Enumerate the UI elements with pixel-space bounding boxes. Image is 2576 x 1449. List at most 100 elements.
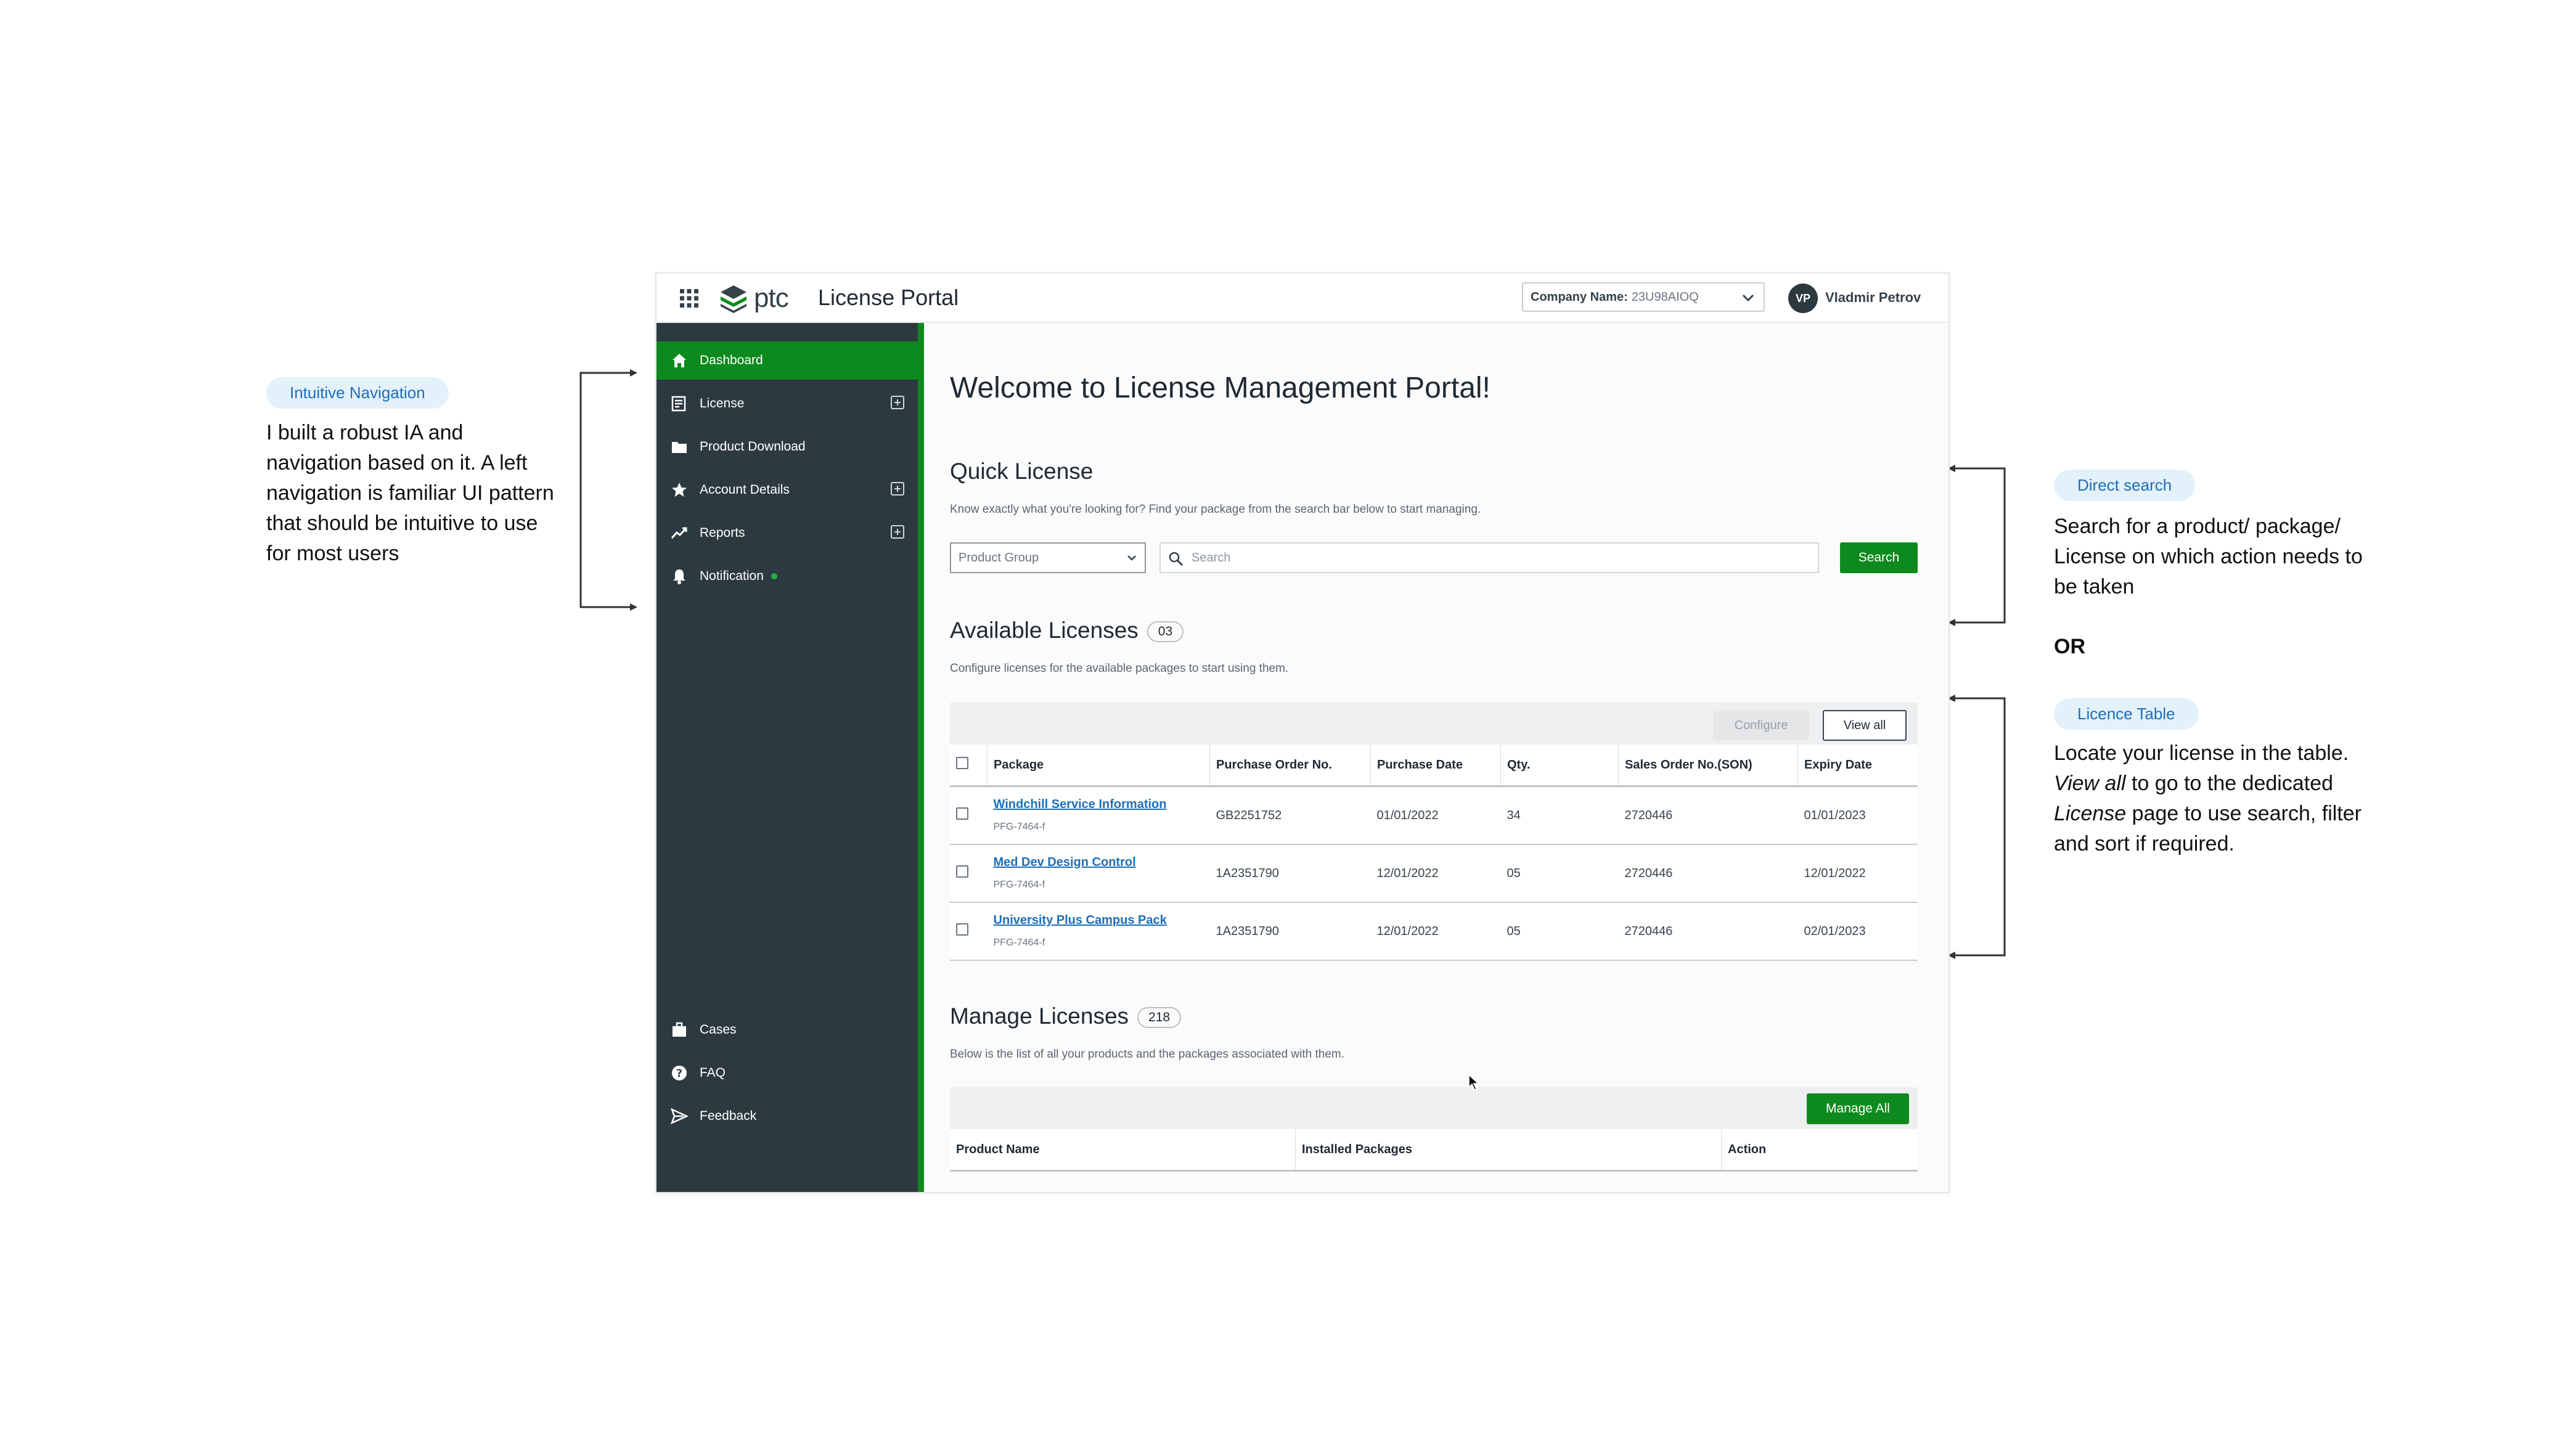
- company-value: 23U98AIOQ: [1631, 290, 1699, 304]
- expiry-cell: 02/01/2023: [1797, 902, 1918, 961]
- column-header[interactable]: Package: [987, 745, 1210, 787]
- page-title: Welcome to License Management Portal!: [950, 372, 1490, 404]
- expiry-cell: 12/01/2022: [1797, 844, 1918, 903]
- app-grid-icon[interactable]: [678, 287, 700, 309]
- configure-button[interactable]: Configure: [1713, 711, 1809, 740]
- sidebar-item-account-details[interactable]: Account Details: [656, 471, 918, 509]
- search-button[interactable]: Search: [1840, 542, 1918, 573]
- qty-cell: 05: [1500, 844, 1619, 903]
- quick-license-subtitle: Know exactly what you're looking for? Fi…: [950, 503, 1481, 516]
- expand-plus-icon[interactable]: [891, 482, 904, 496]
- row-checkbox[interactable]: [956, 865, 968, 878]
- sidebar-item-reports[interactable]: Reports: [656, 514, 918, 552]
- date-cell: 12/01/2022: [1370, 844, 1501, 903]
- sidebar-item-feedback[interactable]: Feedback: [656, 1097, 918, 1135]
- sidebar-item-label: License: [700, 396, 745, 410]
- package-link[interactable]: University Plus Campus Pack: [994, 913, 1204, 928]
- chevron-down-icon: [1742, 294, 1754, 302]
- package-code: PFG-7464-f: [993, 822, 1045, 832]
- son-cell: 2720446: [1618, 902, 1798, 961]
- search-icon: [1169, 552, 1184, 566]
- column-header[interactable]: Purchase Date: [1370, 745, 1501, 787]
- manage-licenses-table: Product Name Installed Packages Action: [950, 1129, 1918, 1172]
- expand-plus-icon[interactable]: [891, 525, 904, 539]
- annotation-table-part: Locate your license in the table.: [2054, 741, 2349, 765]
- select-all-checkbox[interactable]: [956, 757, 968, 769]
- bell-icon: [670, 567, 689, 586]
- row-select-cell: [950, 844, 987, 903]
- row-checkbox[interactable]: [956, 807, 968, 820]
- column-header[interactable]: Qty.: [1500, 745, 1619, 787]
- package-link[interactable]: Med Dev Design Control: [994, 855, 1204, 870]
- row-checkbox[interactable]: [956, 923, 968, 936]
- annotation-table-part: to go to the dedicated: [2132, 772, 2334, 795]
- product-group-value: Product Group: [959, 550, 1039, 565]
- package-link[interactable]: Windchill Service Information: [994, 798, 1204, 812]
- mouse-cursor-icon: [1468, 1074, 1479, 1090]
- home-icon: [670, 351, 689, 370]
- annotation-pill-table: Licence Table: [2054, 698, 2199, 730]
- view-all-button[interactable]: View all: [1823, 710, 1907, 741]
- user-name[interactable]: Vladmir Petrov: [1825, 290, 1921, 306]
- column-header[interactable]: Installed Packages: [1295, 1129, 1722, 1172]
- package-cell: University Plus Campus Pack PFG-7464-f: [987, 902, 1210, 961]
- column-header[interactable]: Expiry Date: [1797, 745, 1918, 787]
- app-title: License Portal: [818, 285, 959, 310]
- manage-licenses-label: Manage Licenses: [950, 1003, 1129, 1029]
- son-cell: 2720446: [1618, 844, 1798, 903]
- son-cell: 2720446: [1618, 786, 1798, 845]
- logo-text: ptc: [754, 283, 789, 313]
- svg-text:?: ?: [676, 1067, 682, 1080]
- sidebar-item-license[interactable]: License: [656, 385, 918, 423]
- sidebar-item-cases[interactable]: Cases: [656, 1011, 918, 1049]
- table-row: Med Dev Design Control PFG-7464-f 1A23517…: [950, 844, 1918, 903]
- column-header[interactable]: Purchase Order No.: [1209, 745, 1371, 787]
- table-row: Windchill Service Information PFG-7464-f …: [950, 786, 1918, 845]
- qty-cell: 34: [1500, 786, 1619, 845]
- company-select[interactable]: Company Name: 23U98AIOQ: [1522, 282, 1765, 312]
- sidebar-item-label: Account Details: [700, 483, 790, 497]
- manage-licenses-toolbar: Manage All: [950, 1087, 1918, 1129]
- column-header[interactable]: Sales Order No.(SON): [1618, 745, 1798, 787]
- table-row: University Plus Campus Pack PFG-7464-f 1A…: [950, 902, 1918, 961]
- send-icon: [670, 1107, 689, 1125]
- package-cell: Med Dev Design Control PFG-7464-f: [987, 844, 1210, 903]
- briefcase-icon: [670, 1021, 689, 1039]
- manage-licenses-subtitle: Below is the list of all your products a…: [950, 1048, 1345, 1061]
- manage-all-button[interactable]: Manage All: [1807, 1093, 1909, 1124]
- annotation-pill-search: Direct search: [2054, 470, 2196, 501]
- product-group-select[interactable]: Product Group: [950, 542, 1146, 573]
- sidebar-item-dashboard[interactable]: Dashboard: [656, 341, 918, 380]
- avatar[interactable]: VP: [1788, 284, 1818, 313]
- available-licenses-table: Package Purchase Order No. Purchase Date…: [950, 745, 1918, 961]
- expand-plus-icon[interactable]: [891, 396, 904, 409]
- license-icon: [670, 394, 689, 413]
- manage-licenses-title: Manage Licenses 218: [950, 1003, 1182, 1029]
- column-header[interactable]: Product Name: [950, 1129, 1296, 1172]
- available-licenses-count: 03: [1147, 621, 1184, 643]
- ptc-logo[interactable]: ptc: [718, 281, 789, 316]
- column-header[interactable]: Action: [1721, 1129, 1918, 1172]
- notification-dot: [771, 573, 777, 579]
- top-bar: ptc License Portal Company Name: 23U98AI…: [656, 274, 1948, 323]
- question-icon: ?: [670, 1064, 689, 1082]
- annotation-or: OR: [2054, 635, 2085, 658]
- package-code: PFG-7464-f: [993, 937, 1045, 948]
- row-select-cell: [950, 902, 987, 961]
- sidebar-accent-bar: [918, 323, 924, 1192]
- chevron-down-icon: [1127, 555, 1136, 561]
- qty-cell: 05: [1500, 902, 1619, 961]
- po-cell: 1A2351790: [1209, 844, 1371, 903]
- sidebar-item-label: Feedback: [700, 1109, 757, 1123]
- annotation-text-navigation: I built a robust IA and navigation based…: [266, 421, 554, 565]
- main-content: Welcome to License Management Portal! Qu…: [924, 323, 1948, 1192]
- sidebar-item-product-download[interactable]: Product Download: [656, 428, 918, 466]
- trend-icon: [670, 524, 689, 542]
- sidebar-item-faq[interactable]: ? FAQ: [656, 1054, 918, 1092]
- search-input[interactable]: Search: [1159, 542, 1819, 573]
- annotation-text-table: Locate your license in the table. View a…: [2054, 738, 2374, 859]
- package-code: PFG-7464-f: [993, 880, 1045, 890]
- sidebar-item-notification[interactable]: Notification: [656, 557, 918, 595]
- po-cell: GB2251752: [1209, 786, 1371, 845]
- select-all-cell: [950, 745, 987, 787]
